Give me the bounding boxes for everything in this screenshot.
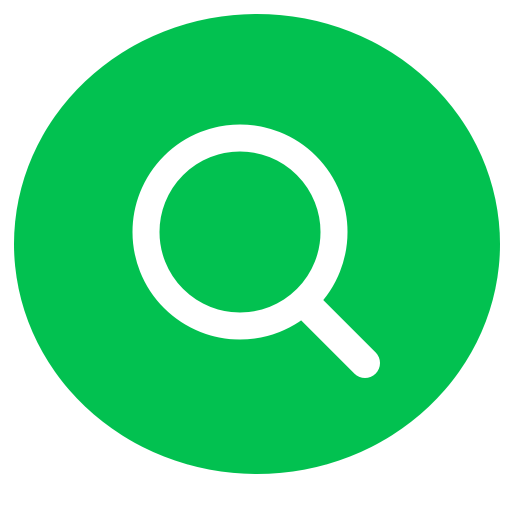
search-button-background: [14, 14, 500, 474]
search-icon: [14, 14, 500, 474]
search-button[interactable]: [14, 14, 500, 474]
app-icon-canvas: [0, 0, 512, 512]
